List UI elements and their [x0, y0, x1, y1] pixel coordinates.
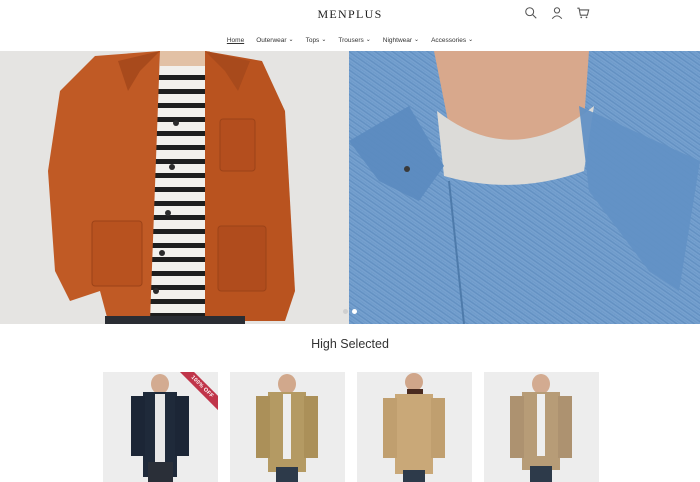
nav-item-accessories[interactable]: Accessories ⌄ — [431, 33, 473, 47]
chevron-down-icon: ⌄ — [321, 37, 327, 43]
product-card[interactable] — [357, 372, 472, 482]
slider-dot-1[interactable] — [343, 309, 348, 314]
denim-shirt-illustration — [349, 51, 700, 324]
nav-label: Tops — [305, 36, 320, 44]
hero-slider[interactable] — [0, 51, 700, 324]
user-icon[interactable] — [550, 6, 564, 20]
nav-item-tops[interactable]: Tops ⌄ — [306, 33, 327, 47]
chevron-down-icon: ⌄ — [288, 37, 294, 43]
product-image — [357, 372, 472, 482]
product-card[interactable]: 100% OFF — [103, 372, 218, 482]
product-card[interactable] — [484, 372, 599, 482]
nav-item-trousers[interactable]: Trousers ⌄ — [338, 33, 370, 47]
nav-item-nightwear[interactable]: Nightwear ⌄ — [383, 33, 419, 47]
product-image — [230, 372, 345, 482]
hero-image-denim-shirt — [349, 51, 700, 324]
product-image — [484, 372, 599, 482]
nav-label: Accessories — [431, 36, 467, 44]
hero-image-orange-jacket — [0, 51, 349, 324]
nav-label: Trousers — [338, 36, 364, 44]
chevron-down-icon: ⌄ — [468, 37, 474, 43]
product-card[interactable] — [230, 372, 345, 482]
header-actions — [524, 6, 590, 20]
search-icon[interactable] — [524, 6, 538, 20]
chevron-down-icon: ⌄ — [365, 37, 371, 43]
slider-dot-2[interactable] — [352, 309, 357, 314]
product-grid: 100% OFF — [103, 372, 599, 482]
chevron-down-icon: ⌄ — [414, 37, 420, 43]
site-header: MENPLUS — [0, 0, 700, 30]
orange-jacket-illustration — [0, 51, 349, 324]
nav-label: Nightwear — [382, 36, 413, 44]
nav-label: Outerwear — [256, 36, 287, 44]
slider-dots — [343, 309, 357, 314]
nav-item-outerwear[interactable]: Outerwear ⌄ — [256, 33, 293, 47]
main-nav: Home Outerwear ⌄ Tops ⌄ Trousers ⌄ Night… — [0, 33, 700, 47]
cart-icon[interactable] — [576, 6, 590, 20]
section-title: High Selected — [311, 337, 389, 351]
brand-logo[interactable]: MENPLUS — [0, 7, 700, 22]
nav-item-home[interactable]: Home — [227, 33, 244, 47]
nav-label: Home — [226, 36, 245, 44]
